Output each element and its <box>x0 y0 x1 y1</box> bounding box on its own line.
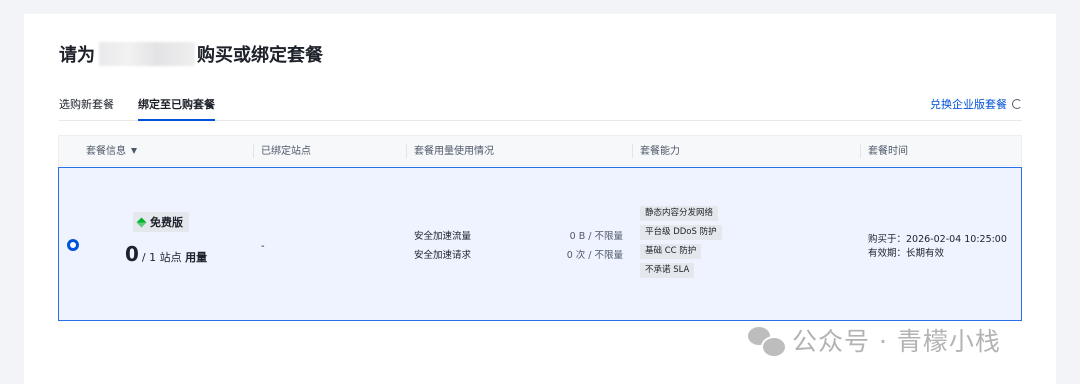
site-usage: 0 / 1 站点 用量 <box>125 242 207 266</box>
capability-tag: 基础 CC 防护 <box>640 244 702 259</box>
page-title-prefix: 请为 <box>59 45 95 66</box>
redeem-enterprise-label: 兑换企业版套餐 <box>930 98 1007 111</box>
column-divider <box>406 144 407 158</box>
watermark: 公众号 · 青檬小栈 <box>748 322 1001 358</box>
validity-period: 有效期：长期有效 <box>868 248 945 259</box>
wechat-icon <box>748 325 787 358</box>
purchase-time: 购买于：2026-02-04 10:25:00 <box>868 234 1007 245</box>
filter-icon[interactable] <box>131 148 137 154</box>
tab-bar: 选购新套餐 绑定至已购套餐 兑换企业版套餐 <box>59 94 1022 121</box>
site-usage-quota: / 1 站点 <box>141 251 186 264</box>
site-usage-unit: 用量 <box>185 251 208 264</box>
bound-sites-value: - <box>261 241 265 252</box>
redacted-site-name <box>99 42 195 66</box>
page-title-suffix: 购买或绑定套餐 <box>197 45 323 66</box>
column-divider <box>860 144 861 158</box>
package-table: 套餐信息 已绑定站点 套餐用量使用情况 套餐能力 套餐时间 免费版 0 / 1 … <box>58 135 1022 321</box>
metric-value-requests: 0 次 / 不限量 <box>566 250 623 261</box>
page-title: 请为 购买或绑定套餐 <box>59 41 323 67</box>
site-usage-count: 0 <box>125 242 139 266</box>
header-capabilities: 套餐能力 <box>640 146 680 157</box>
header-package-info-label: 套餐信息 <box>86 146 126 157</box>
header-package-time: 套餐时间 <box>868 146 908 157</box>
capability-tag: 静态内容分发网络 <box>640 206 719 221</box>
diamond-icon <box>136 217 147 227</box>
column-divider <box>632 144 633 158</box>
capability-tag: 不承诺 SLA <box>640 263 695 278</box>
site-usage-suffix: / 1 站点 用量 <box>142 249 207 265</box>
metric-value-traffic: 0 B / 不限量 <box>569 231 623 242</box>
row-select-radio[interactable] <box>67 239 79 251</box>
header-usage: 套餐用量使用情况 <box>414 146 494 157</box>
redeem-enterprise-link[interactable]: 兑换企业版套餐 <box>930 96 1022 112</box>
watermark-text: 公众号 · 青檬小栈 <box>792 327 1001 356</box>
capability-tag: 平台级 DDoS 防护 <box>640 225 722 240</box>
tab-buy-new-package[interactable]: 选购新套餐 <box>59 96 114 119</box>
table-header: 套餐信息 已绑定站点 套餐用量使用情况 套餐能力 套餐时间 <box>58 135 1022 166</box>
tab-bind-existing-package[interactable]: 绑定至已购套餐 <box>138 96 215 121</box>
plan-name: 免费版 <box>150 216 183 229</box>
plan-badge: 免费版 <box>133 212 189 232</box>
header-package-info[interactable]: 套餐信息 <box>86 136 137 167</box>
refresh-icon[interactable] <box>1012 99 1022 109</box>
header-bound-sites: 已绑定站点 <box>261 146 311 157</box>
column-divider <box>253 144 254 158</box>
metric-label-requests: 安全加速请求 <box>414 250 472 261</box>
metric-label-traffic: 安全加速流量 <box>414 231 472 242</box>
table-row[interactable]: 免费版 0 / 1 站点 用量 - 安全加速流量 0 B / 不限量 安全加速请… <box>58 167 1022 321</box>
